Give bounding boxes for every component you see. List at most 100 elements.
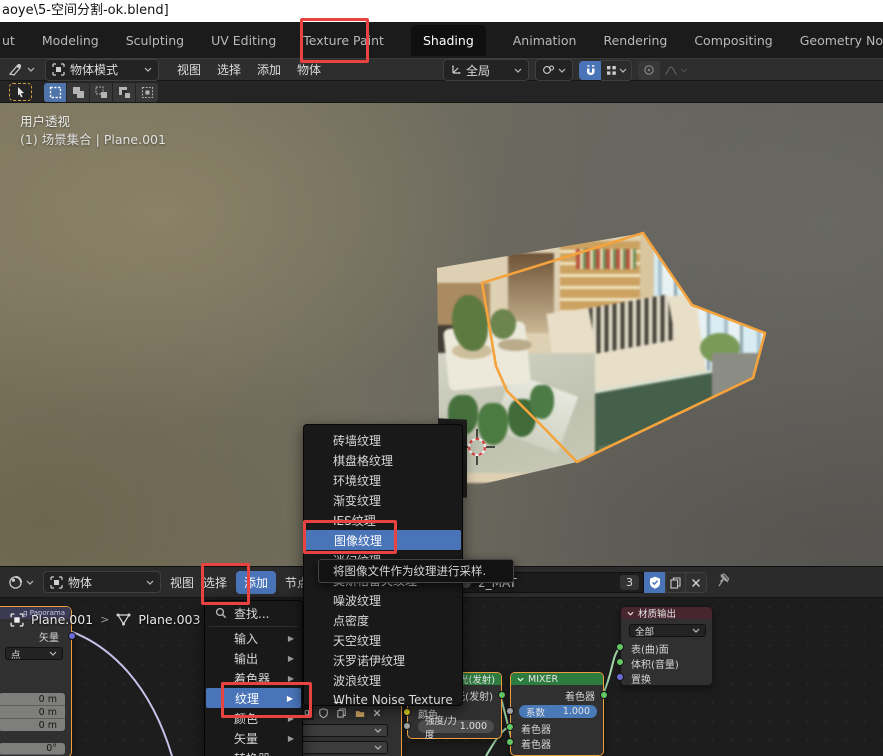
shader-menu-select[interactable]: 选择 [203, 574, 227, 591]
add-menu: 查找... 输入▶ 输出▶ 着色器▶ 纹理▶ 颜色▶ 矢量▶ 转换器▶ [204, 600, 303, 756]
submenu-item-image-texture[interactable]: 图像纹理 [305, 530, 461, 550]
breadcrumb: Plane.001 > Plane.003 [10, 612, 200, 627]
submenu-item-point-density[interactable]: 点密度 [304, 610, 462, 630]
mapping-type-dropdown[interactable]: 点 [5, 647, 63, 660]
submenu-item-voronoi-texture[interactable]: 沃罗诺伊纹理 [304, 650, 462, 670]
submenu-item-environment-texture[interactable]: 环境纹理 [304, 470, 462, 490]
select-difference-button[interactable] [113, 83, 135, 102]
location-x-field[interactable]: 0 m [0, 693, 65, 706]
menu-item-texture[interactable]: 纹理▶ [206, 688, 301, 708]
shader-menu-add[interactable]: 添加 [236, 571, 276, 594]
proportional-editing-toggle[interactable] [638, 61, 660, 80]
shader-editor-type-button[interactable] [8, 575, 34, 590]
submenu-item-sky-texture[interactable]: 天空纹理 [304, 630, 462, 650]
breadcrumb-data[interactable]: Plane.003 [138, 612, 200, 627]
menu-item-search[interactable]: 查找... [205, 601, 302, 625]
mixer-fac-slider[interactable]: 系数1.000 [519, 705, 597, 718]
chevron-down-icon [514, 68, 522, 73]
shader-menu-view[interactable]: 视图 [170, 574, 194, 591]
mixer-output-socket[interactable] [600, 691, 608, 699]
tab-texture-paint[interactable]: Texture Paint [303, 33, 384, 48]
location-y-field[interactable]: 0 m [0, 706, 65, 719]
collapse-chevron-icon[interactable] [627, 611, 634, 616]
shield-check-icon [649, 576, 661, 589]
tab-uv-editing[interactable]: UV Editing [211, 33, 276, 48]
menu-object[interactable]: 物体 [297, 61, 321, 78]
proportional-falloff-dropdown[interactable] [660, 61, 692, 80]
mode-dropdown[interactable]: 物体模式 [45, 59, 159, 81]
menu-item-output[interactable]: 输出▶ [205, 648, 302, 668]
surface-input-socket[interactable] [616, 643, 624, 651]
tab-geometry-nodes[interactable]: Geometry Nodes [800, 33, 883, 48]
volume-input-label: 体积(音量) [631, 656, 679, 671]
editor-type-button[interactable] [8, 63, 35, 77]
unlink-material-button[interactable] [686, 572, 707, 593]
active-tool-tweak-button[interactable] [9, 83, 32, 101]
chevron-down-icon [27, 67, 35, 72]
select-subtract-button[interactable] [90, 83, 112, 102]
surface-input-label: 表(曲)面 [631, 641, 669, 656]
accelerator-underline [334, 702, 343, 703]
menu-item-vector[interactable]: 矢量▶ [205, 728, 302, 748]
image-interpolation-dropdown[interactable] [300, 724, 388, 737]
output-target-dropdown[interactable]: 全部 [629, 624, 706, 637]
select-intersect-icon [141, 86, 154, 99]
tab-sculpting[interactable]: Sculpting [126, 33, 184, 48]
mapping-node[interactable]: g Panorama 矢量 点 0 m 0 m 0 m 0° [0, 606, 72, 756]
emission-strength-socket[interactable] [403, 722, 411, 730]
tab-shading[interactable]: Shading [411, 25, 486, 56]
mixer-fac-socket[interactable] [506, 707, 514, 715]
menu-item-color[interactable]: 颜色▶ [205, 708, 302, 728]
submenu-item-white-noise-texture[interactable]: White Noise Texture [304, 690, 462, 710]
snap-settings-dropdown[interactable] [601, 60, 632, 81]
displacement-input-socket[interactable] [616, 673, 624, 681]
submenu-item-gradient-texture[interactable]: 渐变纹理 [304, 490, 462, 510]
tab-compositing[interactable]: Compositing [694, 33, 772, 48]
menu-item-input[interactable]: 输入▶ [205, 628, 302, 648]
menu-add[interactable]: 添加 [257, 61, 281, 78]
mixer-output-label: 着色器 [565, 688, 595, 703]
mapping-location-fields: 0 m 0 m 0 m [0, 693, 65, 731]
material-user-count[interactable]: 3 [620, 575, 639, 590]
collapse-chevron-icon[interactable] [517, 677, 524, 682]
location-z-field[interactable]: 0 m [0, 719, 65, 731]
tab-animation[interactable]: Animation [513, 33, 577, 48]
submenu-item-noise-texture[interactable]: 噪波纹理 [304, 590, 462, 610]
tab-rendering[interactable]: Rendering [603, 33, 667, 48]
emission-strength-field[interactable]: 强度/力度1.000 [418, 720, 494, 733]
tab-modeling[interactable]: Modeling [42, 33, 99, 48]
menu-view[interactable]: 视图 [177, 61, 201, 78]
submenu-item-checker-texture[interactable]: 棋盘格纹理 [304, 450, 462, 470]
mixer-node-header[interactable]: MIXER [511, 673, 603, 685]
select-intersect-button[interactable] [136, 83, 158, 102]
image-projection-dropdown[interactable] [300, 741, 388, 754]
submenu-item-brick-texture[interactable]: 砖墙纹理 [304, 430, 462, 450]
menu-item-converter[interactable]: 转换器▶ [205, 748, 302, 756]
tab-layout-partial[interactable]: ut [2, 33, 15, 48]
breadcrumb-object[interactable]: Plane.001 [31, 612, 93, 627]
mixer-node[interactable]: MIXER 着色器 系数1.000 着色器 着色器 [510, 672, 604, 756]
submenu-item-wave-texture[interactable]: 波浪纹理 [304, 670, 462, 690]
chevron-down-icon [49, 651, 57, 656]
mixer-shader1-socket[interactable] [506, 723, 514, 731]
new-material-button[interactable] [665, 572, 686, 593]
select-set-button[interactable] [44, 83, 66, 102]
select-extend-button[interactable] [67, 83, 89, 102]
snap-magnet-toggle[interactable] [579, 61, 601, 80]
pin-toggle[interactable] [716, 573, 731, 593]
menu-item-shader[interactable]: 着色器▶ [205, 668, 302, 688]
submenu-item-ies-texture[interactable]: IES纹理 [304, 510, 462, 530]
menu-select[interactable]: 选择 [217, 61, 241, 78]
transform-orientation-dropdown[interactable]: 全局 [443, 59, 529, 81]
shader-type-dropdown[interactable]: 物体 [43, 571, 161, 593]
fake-user-toggle[interactable] [644, 572, 665, 593]
pivot-point-dropdown[interactable] [535, 59, 573, 81]
emission-output-socket[interactable] [498, 691, 506, 699]
rotation-x-field[interactable]: 0° [0, 743, 65, 755]
volume-input-socket[interactable] [616, 658, 624, 666]
material-output-header[interactable]: 材质输出 [621, 607, 712, 619]
mixer-shader2-socket[interactable] [506, 738, 514, 746]
material-output-node[interactable]: 材质输出 全部 表(曲)面 体积(音量) 置换 [620, 606, 713, 686]
chevron-down-icon [144, 67, 152, 72]
vector-output-socket[interactable] [68, 632, 76, 640]
